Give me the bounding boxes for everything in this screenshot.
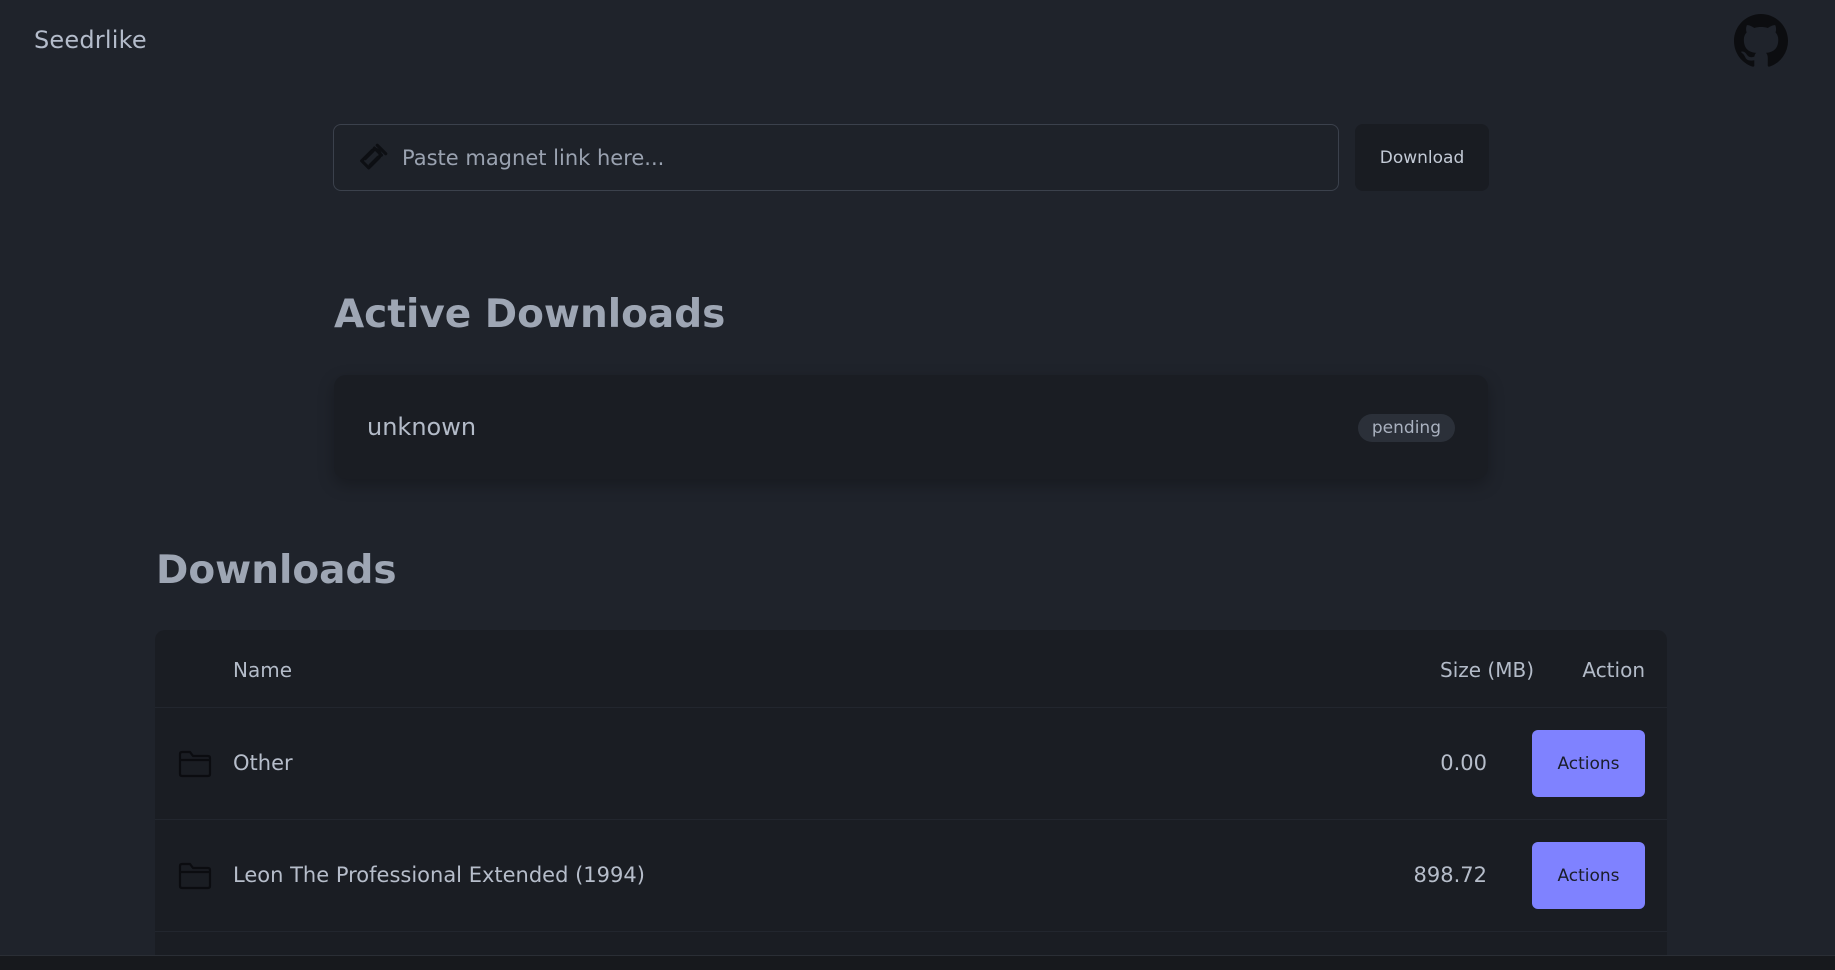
table-row[interactable]: Leon The Professional Extended (1994) 89… xyxy=(155,820,1667,932)
status-badge: pending xyxy=(1357,414,1455,442)
download-button[interactable]: Download xyxy=(1355,124,1489,191)
row-size: 898.72 xyxy=(1413,863,1487,887)
active-download-card: unknown pending xyxy=(334,375,1488,479)
downloads-title: Downloads xyxy=(156,548,397,593)
active-download-name: unknown xyxy=(367,413,477,441)
column-header-action: Action xyxy=(1582,658,1645,682)
active-downloads-title: Active Downloads xyxy=(334,292,726,337)
row-name[interactable]: Leon The Professional Extended (1994) xyxy=(233,863,645,887)
folder-icon xyxy=(178,862,212,890)
row-name[interactable]: Other xyxy=(233,751,293,775)
row-size: 0.00 xyxy=(1440,751,1487,775)
app-brand[interactable]: Seedrlike xyxy=(34,26,147,54)
magnet-icon xyxy=(356,141,390,175)
actions-button[interactable]: Actions xyxy=(1532,842,1645,909)
column-header-name: Name xyxy=(233,658,293,682)
bottom-strip xyxy=(0,955,1835,970)
magnet-link-input[interactable] xyxy=(390,125,1338,190)
table-header: Name Size (MB) Action xyxy=(155,630,1667,708)
magnet-input-container xyxy=(333,124,1339,191)
table-row[interactable]: Other 0.00 Actions xyxy=(155,708,1667,820)
github-icon[interactable] xyxy=(1734,14,1788,68)
column-header-size: Size (MB) xyxy=(1440,658,1534,682)
actions-button[interactable]: Actions xyxy=(1532,730,1645,797)
downloads-table: Name Size (MB) Action Other 0.00 Actions xyxy=(155,630,1667,960)
folder-icon xyxy=(178,750,212,778)
page: Seedrlike Download Active Downloads unkn… xyxy=(0,0,1835,970)
